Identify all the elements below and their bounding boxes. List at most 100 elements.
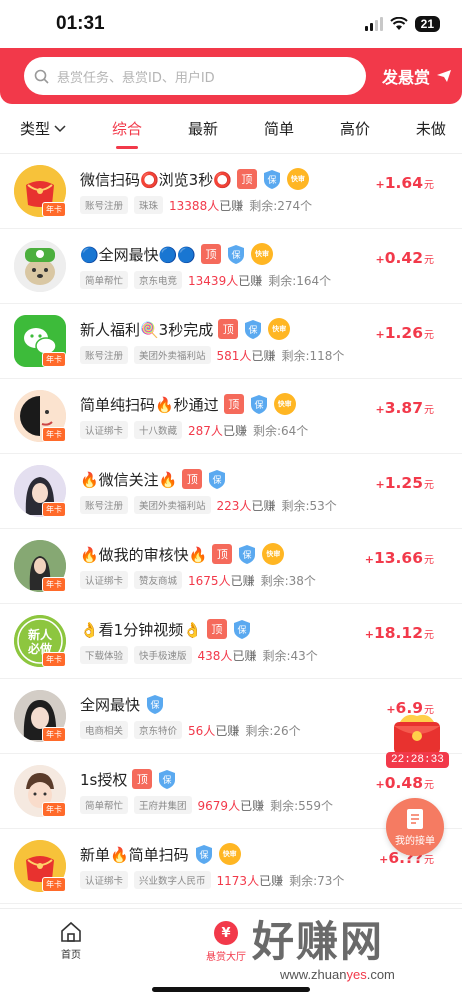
reward-price: +1.64 元 [376, 174, 434, 192]
year-card-badge: 年卡 [42, 352, 66, 367]
filter-type[interactable]: 类型 [20, 118, 66, 139]
earned-suffix: 已赚 [240, 798, 265, 813]
header: 悬赏任务、悬赏ID、用户ID 发悬赏 [0, 48, 462, 104]
status-bar: 01:31 21 [0, 0, 462, 48]
filter-comprehensive[interactable]: 综合 [112, 118, 142, 149]
price-unit: 元 [424, 180, 434, 191]
guarantee-shield-icon: 保 [157, 769, 177, 790]
filter-latest[interactable]: 最新 [188, 118, 218, 139]
task-item[interactable]: 年卡 微信扫码⭕浏览3秒⭕ 顶 保 快审 账号注册 珠珠 13388人已赚 剩余… [0, 154, 462, 229]
category-chip: 账号注册 [80, 196, 129, 214]
status-time: 01:31 [56, 13, 105, 34]
merchant-chip: 王府井集团 [134, 796, 192, 814]
category-chip: 账号注册 [80, 496, 129, 514]
merchant-chip: 兴业数字人民币 [134, 871, 211, 889]
svg-text:保: 保 [151, 699, 160, 711]
red-packet-icon [394, 714, 440, 754]
watermark-url: www.zhuanyes.com [280, 967, 452, 982]
year-card-badge: 年卡 [42, 502, 66, 517]
task-item[interactable]: 年卡 简单纯扫码🔥秒通过 顶 保 快审 认证绑卡 十八数藏 287人已赚 剩余:… [0, 379, 462, 454]
price-value: 13.66 [373, 549, 423, 567]
remaining-count: 剩余:38个 [260, 573, 316, 588]
earned-count: 1675人已赚 [188, 572, 255, 589]
avatar: 年卡 [14, 390, 66, 442]
top-tag: 顶 [218, 319, 239, 339]
category-chip: 认证绑卡 [80, 871, 129, 889]
price-value: 18.12 [373, 624, 423, 642]
earned-number: 56人 [188, 723, 216, 738]
price-unit: 元 [424, 330, 434, 341]
remaining-count: 剩余:26个 [245, 723, 301, 738]
task-list: 年卡 微信扫码⭕浏览3秒⭕ 顶 保 快审 账号注册 珠珠 13388人已赚 剩余… [0, 154, 462, 904]
avatar: 年卡 [14, 690, 66, 742]
price-plus: + [375, 403, 385, 416]
top-tag: 顶 [206, 619, 227, 639]
task-title: 简单纯扫码🔥秒通过 [80, 395, 219, 414]
filter-type-label: 类型 [20, 120, 51, 138]
merchant-chip: 京东电竞 [134, 271, 183, 289]
task-title: 🔥微信关注🔥 [80, 470, 178, 489]
earned-number: 1173人 [216, 873, 260, 888]
my-orders-float-button[interactable]: 我的接单 [386, 798, 444, 856]
earned-number: 223人 [216, 498, 252, 513]
earned-number: 581人 [216, 348, 252, 363]
price-unit: 元 [424, 480, 434, 491]
price-value: 0.48 [384, 774, 423, 792]
top-tag: 顶 [201, 244, 222, 264]
post-reward-button[interactable]: 发悬赏 [366, 64, 452, 88]
remaining-count: 剩余:274个 [249, 198, 313, 213]
task-item[interactable]: 🔵全网最快🔵🔵 顶 保 快审 简单帮忙 京东电竞 13439人已赚 剩余:164… [0, 229, 462, 304]
filter-bar: 类型 综合 最新 简单 高价 未做 [0, 104, 462, 154]
post-reward-label: 发悬赏 [381, 68, 430, 87]
task-item[interactable]: 新人 必做 年卡 👌看1分钟视频👌 顶 保 下载体验 快手极速版 438人已赚 剩… [0, 604, 462, 679]
price-unit: 元 [424, 555, 434, 566]
filter-simple[interactable]: 简单 [264, 118, 294, 139]
fast-review-tag: 快审 [262, 543, 285, 565]
svg-text:保: 保 [237, 624, 246, 636]
yuan-icon: ¥ [214, 921, 238, 945]
remaining-count: 剩余:164个 [268, 273, 332, 288]
watermark-url-part: www.zhuan [280, 967, 347, 982]
earned-count: 56人已赚 [188, 722, 239, 739]
svg-text:新人: 新人 [28, 627, 53, 642]
price-plus: + [375, 478, 385, 491]
svg-text:保: 保 [249, 324, 258, 336]
task-title: 新单🔥简单扫码 [80, 845, 189, 864]
guarantee-shield-icon: 保 [262, 169, 282, 190]
countdown-timer: 22:28:33 [386, 752, 449, 768]
remaining-count: 剩余:43个 [262, 648, 318, 663]
search-icon [34, 69, 49, 84]
earned-count: 13388人已赚 [169, 197, 243, 214]
earned-suffix: 已赚 [251, 498, 276, 513]
reward-price: +18.12 元 [365, 624, 434, 642]
price-value: 1.25 [384, 474, 423, 492]
earned-number: 13439人 [188, 273, 239, 288]
task-item[interactable]: 年卡 新人福利🍭3秒完成 顶 保 快审 账号注册 美团外卖福利站 581人已赚 … [0, 304, 462, 379]
tab-home-label: 首页 [61, 950, 81, 961]
price-unit: 元 [424, 255, 434, 266]
price-unit: 元 [424, 780, 434, 791]
price-value: 1.64 [384, 174, 423, 192]
search-placeholder: 悬赏任务、悬赏ID、用户ID [57, 70, 215, 86]
remaining-count: 剩余:64个 [252, 423, 309, 438]
guarantee-shield-icon: 保 [194, 844, 214, 865]
tab-home[interactable]: 首页 [60, 921, 82, 961]
price-value: 0.42 [384, 249, 423, 267]
search-input[interactable]: 悬赏任务、悬赏ID、用户ID [24, 57, 366, 95]
filter-high-price[interactable]: 高价 [340, 118, 370, 139]
earned-number: 13388人 [169, 198, 220, 213]
guarantee-shield-icon: 保 [226, 244, 246, 265]
task-item[interactable]: 年卡 🔥做我的审核快🔥 顶 保 快审 认证绑卡 赞友商城 1675人已赚 剩余:… [0, 529, 462, 604]
price-plus: + [364, 628, 374, 641]
guarantee-shield-icon: 保 [243, 319, 263, 340]
battery-indicator: 21 [414, 16, 440, 32]
price-unit: 元 [424, 405, 434, 416]
tab-reward-hall[interactable]: ¥ 悬赏大厅 [206, 921, 246, 963]
reward-price: +0.42 元 [376, 249, 434, 267]
reward-price: +1.26 元 [376, 324, 434, 342]
merchant-chip: 京东特价 [134, 721, 183, 739]
svg-text:保: 保 [163, 774, 172, 786]
task-item[interactable]: 年卡 🔥微信关注🔥 顶 保 账号注册 美团外卖福利站 223人已赚 剩余:53个… [0, 454, 462, 529]
watermark-url-highlight: yes [346, 967, 367, 982]
filter-not-done[interactable]: 未做 [416, 118, 446, 139]
